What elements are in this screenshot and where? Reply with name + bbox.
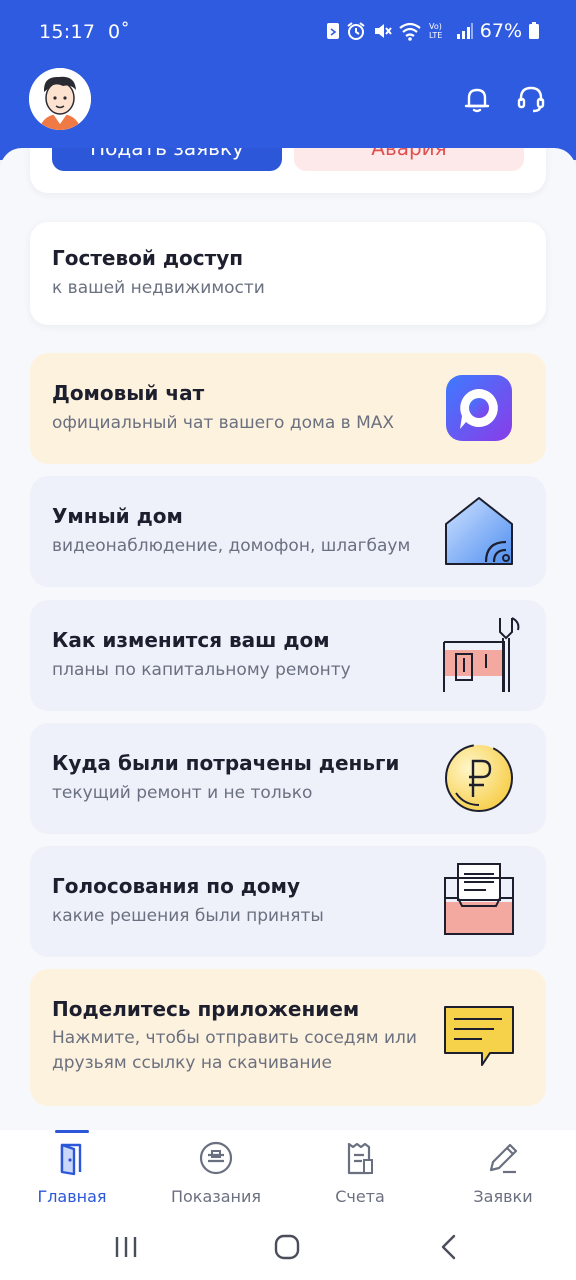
battery-level: 67% xyxy=(479,20,522,42)
recent-apps-icon[interactable] xyxy=(111,1232,141,1262)
main-content[interactable]: Подать заявку Авария Гостевой доступ к в… xyxy=(0,148,576,1130)
pencil-icon xyxy=(489,1143,518,1174)
message-icon xyxy=(444,1006,514,1066)
nav-label: Показания xyxy=(170,1187,262,1206)
alarm-icon xyxy=(347,22,365,40)
mute-icon xyxy=(374,24,392,38)
nav-tab-requests[interactable]: Заявки xyxy=(448,1140,558,1206)
nav-tab-bills[interactable]: Счета xyxy=(305,1140,415,1206)
card-title: Как изменится ваш дом xyxy=(52,628,330,652)
user-avatar[interactable] xyxy=(29,68,91,130)
svg-text:LTE: LTE xyxy=(429,31,442,40)
quick-actions-card: Подать заявку Авария xyxy=(30,148,546,193)
card-subtitle: текущий ремонт и не только xyxy=(52,783,313,803)
card-subtitle: официальный чат вашего дома в MAX xyxy=(52,413,395,433)
status-bar: 15:17 0˚ Vo) LTE 67% xyxy=(0,16,576,50)
app-header: 15:17 0˚ Vo) LTE 67% xyxy=(0,0,576,160)
home-button-icon[interactable] xyxy=(272,1232,302,1262)
bell-icon[interactable] xyxy=(462,84,492,114)
card-title: Гостевой доступ xyxy=(52,246,244,270)
lte-icon: Vo)LTE xyxy=(429,22,442,40)
max-app-icon xyxy=(446,375,512,441)
system-navigation-bar xyxy=(0,1218,576,1280)
guest-access-card[interactable]: Гостевой доступ к вашей недвижимости xyxy=(30,222,546,325)
card-subtitle: к вашей недвижимости xyxy=(52,278,265,298)
card-title: Поделитесь приложением xyxy=(52,997,360,1021)
nav-tab-home[interactable]: Главная xyxy=(17,1140,127,1206)
emergency-button[interactable]: Авария xyxy=(294,148,524,171)
ballot-box-icon xyxy=(444,863,514,935)
expenses-card[interactable]: Куда были потрачены деньги текущий ремон… xyxy=(30,723,546,834)
smart-home-card[interactable]: Умный дом видеонаблюдение, домофон, шлаг… xyxy=(30,476,546,587)
house-chat-card[interactable]: Домовый чат официальный чат вашего дома … xyxy=(30,353,546,464)
card-subtitle-line2: друзьям ссылку на скачивание xyxy=(52,1053,332,1073)
active-tab-indicator xyxy=(55,1130,89,1133)
ruble-coin-icon xyxy=(445,744,513,812)
back-button-icon[interactable] xyxy=(434,1232,464,1262)
share-app-card[interactable]: Поделитесь приложением Нажмите, чтобы от… xyxy=(30,969,546,1106)
card-title: Умный дом xyxy=(52,504,183,528)
sim-icon xyxy=(326,23,339,39)
status-time: 15:17 0˚ xyxy=(39,21,131,43)
meter-icon xyxy=(199,1141,233,1175)
door-icon xyxy=(60,1143,82,1176)
card-title: Куда были потрачены деньги xyxy=(52,751,400,775)
nav-label: Счета xyxy=(335,1187,385,1206)
receipt-icon xyxy=(347,1142,373,1175)
voting-card[interactable]: Голосования по дому какие решения были п… xyxy=(30,846,546,957)
submit-request-button[interactable]: Подать заявку xyxy=(52,148,282,171)
repair-icon xyxy=(443,617,520,692)
status-icons: Vo) LTE 67% xyxy=(326,20,540,42)
battery-icon xyxy=(529,22,539,39)
card-subtitle: какие решения были приняты xyxy=(52,906,324,926)
avatar-icon xyxy=(29,68,91,130)
wifi-icon xyxy=(399,22,421,41)
capital-repair-card[interactable]: Как изменится ваш дом планы по капитальн… xyxy=(30,600,546,711)
bottom-navigation: Главная Показания Счета Заявки xyxy=(0,1130,576,1218)
nav-label: Главная xyxy=(37,1187,107,1206)
card-subtitle: планы по капитальному ремонту xyxy=(52,660,351,680)
card-title: Голосования по дому xyxy=(52,874,301,898)
signal-icon xyxy=(456,23,473,39)
smart-home-icon xyxy=(445,497,513,565)
support-headset-icon[interactable] xyxy=(516,84,546,114)
card-subtitle: видеонаблюдение, домофон, шлагбаум xyxy=(52,536,411,556)
card-subtitle-line1: Нажмите, чтобы отправить соседям или xyxy=(52,1028,417,1048)
card-title: Домовый чат xyxy=(52,381,205,405)
nav-tab-readings[interactable]: Показания xyxy=(161,1140,271,1206)
svg-text:Vo): Vo) xyxy=(429,22,442,31)
nav-label: Заявки xyxy=(473,1187,533,1206)
